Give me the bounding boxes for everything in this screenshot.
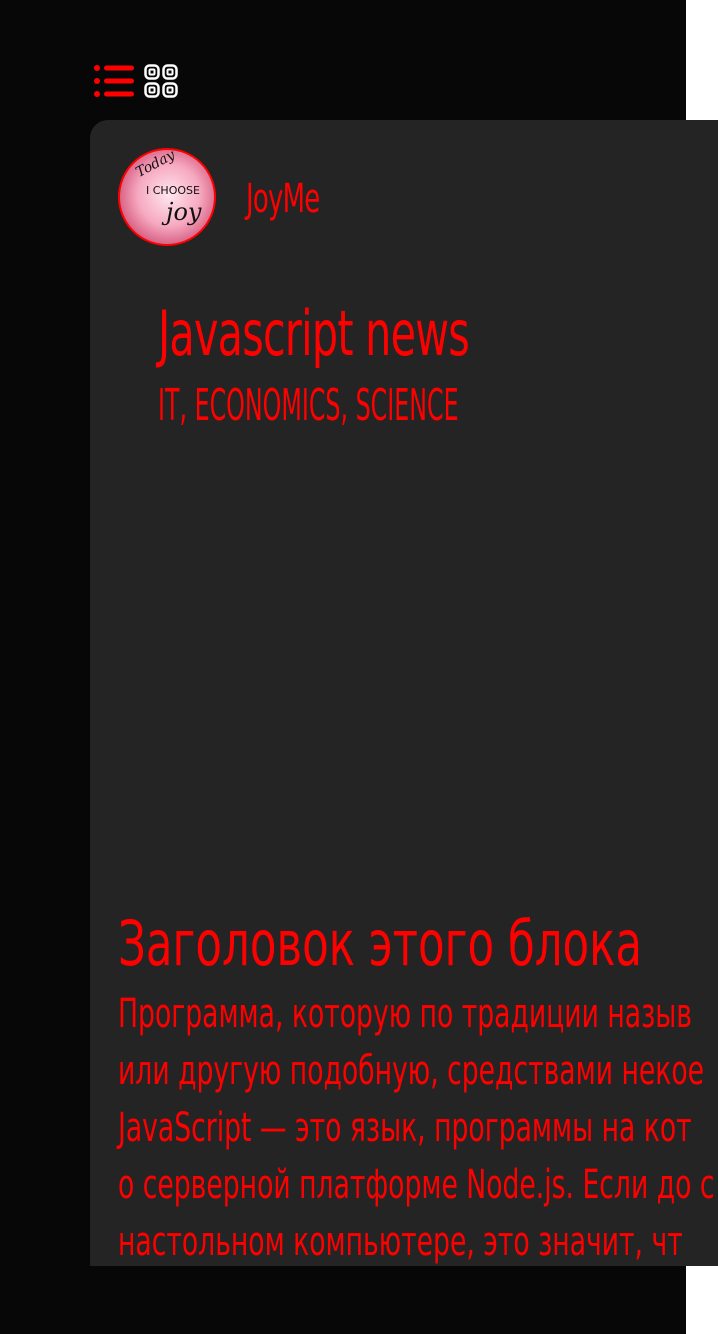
svg-text:I CHOOSE: I CHOOSE (146, 184, 200, 197)
blog-card: Today I CHOOSE joy JoyMe Javascript news… (90, 120, 718, 1266)
list-view-button[interactable] (94, 65, 134, 101)
grid-icon (144, 64, 178, 102)
svg-text:Today: Today (133, 150, 178, 181)
grid-view-button[interactable] (144, 64, 178, 102)
blog-title: Javascript news (158, 297, 470, 370)
list-icon (94, 65, 134, 101)
svg-text:joy: joy (161, 198, 202, 226)
blog-tagline: IT, ECONOMICS, SCIENCE (158, 380, 459, 431)
post-body-line: настольном компьютере, это значит, чт (118, 1219, 683, 1265)
post-heading: Заголовок этого блока (118, 907, 643, 980)
post-body-line: JavaScript — это язык, программы на кот (118, 1105, 692, 1151)
view-toggle-bar (94, 64, 178, 102)
post-body-line: о серверной платформе Node.js. Если до с (118, 1162, 715, 1208)
post-body-line: Программа, которую по традиции назыв (118, 991, 692, 1037)
avatar[interactable]: Today I CHOOSE joy (118, 148, 216, 246)
post-body: Программа, которую по традиции назыв или… (118, 986, 718, 1266)
username[interactable]: JoyMe (246, 172, 320, 226)
post-body-line: или другую подобную, средствами некое (118, 1048, 705, 1094)
